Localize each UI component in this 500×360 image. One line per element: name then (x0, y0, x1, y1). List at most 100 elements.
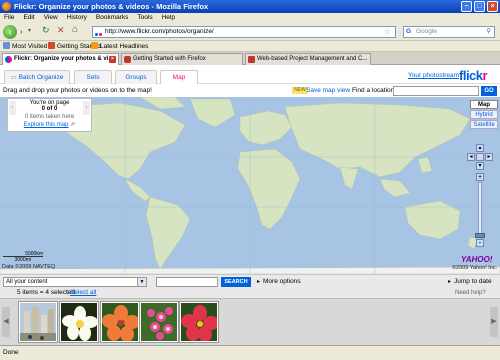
google-search-icon[interactable]: G (406, 27, 411, 37)
tray-scroll-right-icon[interactable]: ▶ (490, 307, 498, 337)
tab-label: Batch Organize (18, 74, 64, 81)
bookmark-folder-icon (3, 42, 10, 49)
content-filter-value: All your content (6, 279, 48, 285)
tab-label: Getting Started with Firefox (133, 56, 206, 62)
tab-groups[interactable]: Groups (115, 70, 157, 84)
jump-date-arrow-icon[interactable]: ▸ (448, 278, 451, 285)
your-photostream-link[interactable]: Your photostream (408, 72, 459, 79)
flickr-favicon (95, 30, 103, 36)
dropdown-arrow-icon[interactable]: ▼ (137, 278, 146, 286)
flickr-logo[interactable]: flickr (459, 68, 488, 83)
menu-tools[interactable]: Tools (133, 13, 157, 23)
tab-sets[interactable]: Sets (74, 70, 112, 84)
search-placeholder: Google (416, 28, 437, 35)
maximize-button[interactable]: □ (474, 1, 485, 12)
firefox-tab-icon (124, 56, 131, 63)
content-filter-select[interactable]: All your content ▼ (3, 277, 147, 287)
more-options-arrow-icon[interactable]: ▸ (257, 278, 260, 285)
zoom-out-icon[interactable]: - (476, 239, 484, 247)
bookmark-label: Latest Headlines (100, 43, 149, 50)
next-page-arrow-icon[interactable]: › (83, 101, 90, 115)
stop-icon[interactable]: ✕ (57, 25, 65, 36)
pan-down-icon[interactable]: ▾ (476, 162, 484, 170)
white-frangipani-photo (61, 303, 97, 341)
tab-label: Groups (125, 74, 147, 81)
tab-batch-organize[interactable]: ▭ Batch Organize (4, 70, 70, 84)
photo-thumbnail[interactable] (19, 302, 57, 342)
zoom-in-icon[interactable]: + (476, 173, 484, 181)
items-taken-here: 0 items taken here (24, 114, 75, 120)
more-options-link[interactable]: More options (263, 278, 301, 285)
history-dropdown-icon[interactable]: ▾ (28, 27, 31, 34)
tab-label: Web-based Project Management and C... (257, 56, 368, 62)
city-photo (20, 303, 56, 341)
tray-scroll-left-icon[interactable]: ◀ (2, 307, 10, 337)
map-type-map-button[interactable]: Map (470, 100, 498, 109)
pan-left-icon[interactable]: ◂ (467, 153, 475, 161)
map-instruction: Drag and drop your photos or videos on t… (3, 87, 152, 94)
photo-thumbnail[interactable] (101, 302, 139, 342)
bookmark-most-visited[interactable]: Most Visited (3, 41, 47, 52)
home-icon[interactable]: ⌂ (72, 24, 78, 35)
tab-label: Sets (86, 74, 100, 81)
logo-pink-part: r (482, 68, 488, 83)
forward-arrow-icon[interactable]: › (20, 27, 23, 36)
need-help-link[interactable]: Need help? (455, 288, 486, 298)
map-scale: 5000km 3000mi (3, 252, 45, 263)
tab-project-management[interactable]: Web-based Project Management and C... (245, 53, 371, 65)
search-magnifier-icon[interactable]: ⚲ (486, 27, 491, 37)
search-button[interactable]: SEARCH (221, 277, 251, 287)
previous-page-arrow-icon[interactable]: ‹ (9, 101, 16, 115)
red-hibiscus-photo (181, 303, 217, 341)
go-button[interactable]: GO (481, 86, 497, 96)
minimize-button[interactable]: – (461, 1, 472, 12)
tab-getting-started[interactable]: Getting Started with Firefox (121, 53, 243, 65)
page-info-line2: 0 of 0 (41, 106, 58, 112)
pan-center-icon[interactable] (476, 153, 484, 161)
search-box[interactable]: G Google ⚲ (403, 26, 495, 38)
tab-map[interactable]: Map (160, 70, 198, 84)
browser-tab-strip: Flickr: Organize your photos & vi... × G… (0, 52, 500, 65)
find-location-input[interactable] (393, 86, 479, 96)
tab-flickr-organize[interactable]: Flickr: Organize your photos & vi... × (2, 53, 119, 65)
menu-bookmarks[interactable]: Bookmarks (92, 13, 134, 23)
tab-label: Flickr: Organize your photos & vi... (14, 56, 114, 62)
map-type-hybrid-button[interactable]: Hybrid (470, 110, 498, 119)
photo-thumbnail[interactable] (140, 302, 178, 342)
save-map-view-link[interactable]: Save map view (306, 84, 350, 97)
address-bar[interactable]: http://www.flickr.com/photos/organize/ ☆ (92, 26, 396, 38)
explore-this-map-link[interactable]: Explore this map (24, 122, 69, 128)
world-map[interactable]: ‹ › You're on page 0 of 0 0 items taken … (0, 97, 500, 274)
back-arrow-icon[interactable]: ‹ (3, 25, 17, 39)
photo-thumbnail[interactable] (60, 302, 98, 342)
firefox-bookmark-icon (48, 42, 55, 49)
pan-up-icon[interactable]: ▴ (476, 144, 484, 152)
address-url: http://www.flickr.com/photos/organize/ (105, 28, 214, 35)
photo-tray: ◀ ▶ (0, 298, 500, 345)
menu-view[interactable]: View (40, 13, 63, 23)
content-search-input[interactable] (156, 277, 218, 287)
map-type-satellite-button[interactable]: Satellite (470, 120, 498, 129)
jump-to-date-link[interactable]: Jump to date (454, 278, 492, 285)
map-toolbar: Drag and drop your photos or videos on t… (0, 84, 500, 97)
menu-help[interactable]: Help (158, 13, 180, 23)
menu-history[interactable]: History (63, 13, 92, 23)
select-all-link[interactable]: Select all (70, 288, 96, 298)
bookmark-label: Most Visited (12, 43, 48, 50)
pan-right-icon[interactable]: ▸ (485, 153, 493, 161)
map-info-panel: ‹ › You're on page 0 of 0 0 items taken … (7, 98, 92, 132)
bookmark-star-icon[interactable]: ☆ (384, 27, 391, 37)
tab-close-icon[interactable]: × (109, 56, 116, 63)
bookmark-latest-headlines[interactable]: Latest Headlines (91, 41, 148, 52)
window-title: Flickr: Organize your photos & videos - … (14, 2, 209, 11)
map-data-credit: Data ©2009 NAVTEQ (2, 264, 56, 270)
zoom-slider-track[interactable] (478, 182, 482, 234)
menu-edit[interactable]: Edit (19, 13, 39, 23)
menu-bar: File Edit View History Bookmarks Tools Help (0, 13, 500, 23)
close-button[interactable]: × (487, 1, 498, 12)
photo-thumbnail[interactable] (180, 302, 218, 342)
navigation-toolbar: ‹ › ▾ ↻ ✕ ⌂ http://www.flickr.com/photos… (0, 23, 500, 41)
reload-icon[interactable]: ↻ (42, 25, 50, 36)
find-location-label: Find a location (352, 87, 395, 94)
menu-file[interactable]: File (0, 13, 19, 23)
